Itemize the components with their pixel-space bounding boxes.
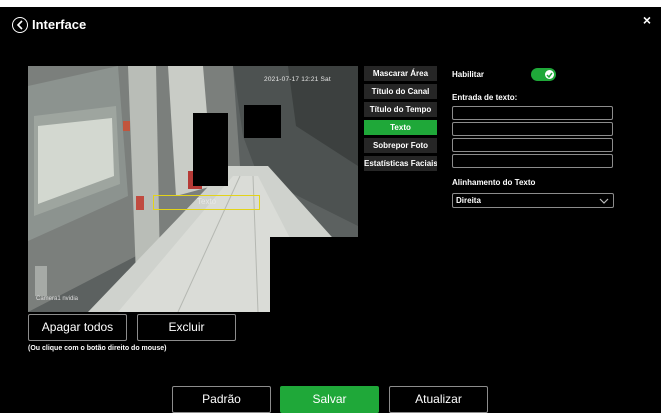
text-overlay-label: Texto	[197, 197, 217, 206]
privacy-mask	[270, 237, 358, 312]
alignment-label: Alinhamento do Texto	[452, 178, 536, 187]
privacy-mask	[193, 113, 228, 186]
right-click-hint: (Ou clique com o botão direito do mouse)	[28, 345, 167, 352]
close-icon[interactable]: ×	[643, 13, 651, 27]
default-button[interactable]: Padrão	[172, 386, 271, 413]
menu-item-titulo-canal[interactable]: Título do Canal	[364, 84, 437, 99]
menu-item-sobrepor-foto[interactable]: Sobrepor Foto	[364, 138, 437, 153]
delete-button[interactable]: Excluir	[137, 314, 236, 341]
top-strip	[0, 0, 661, 7]
text-overlay-box[interactable]: Texto	[153, 195, 260, 210]
text-input-3[interactable]	[452, 138, 613, 152]
chevron-down-icon	[599, 198, 609, 204]
enable-toggle[interactable]	[531, 68, 556, 81]
back-icon[interactable]	[12, 17, 28, 33]
overlay-menu: Mascarar Área Título do Canal Título do …	[364, 66, 437, 174]
alignment-select[interactable]: Direita	[452, 193, 614, 208]
osd-timestamp: 2021-07-17 12:21 Sat	[264, 76, 331, 83]
osd-camera-name: Camera1 nvidia	[36, 296, 79, 302]
text-input-4[interactable]	[452, 154, 613, 168]
clear-all-button[interactable]: Apagar todos	[28, 314, 127, 341]
camera-preview[interactable]: 2021-07-17 12:21 Sat Camera1 nvidia Text…	[28, 66, 358, 312]
check-icon	[545, 70, 554, 79]
text-input-2[interactable]	[452, 122, 613, 136]
refresh-button[interactable]: Atualizar	[389, 386, 488, 413]
privacy-mask	[244, 105, 281, 138]
alignment-value: Direita	[456, 196, 481, 205]
text-input-1[interactable]	[452, 106, 613, 120]
menu-item-titulo-tempo[interactable]: Título do Tempo	[364, 102, 437, 117]
menu-item-texto[interactable]: Texto	[364, 120, 437, 135]
menu-item-mascarar-area[interactable]: Mascarar Área	[364, 66, 437, 81]
page-title: Interface	[32, 17, 87, 32]
header: Interface ×	[0, 7, 661, 43]
bottom-strip	[0, 413, 661, 417]
text-entry-label: Entrada de texto:	[452, 93, 518, 102]
save-button[interactable]: Salvar	[280, 386, 379, 413]
menu-item-estatisticas-faciais[interactable]: Estatísticas Faciais	[364, 156, 437, 171]
enable-label: Habilitar	[452, 70, 485, 79]
